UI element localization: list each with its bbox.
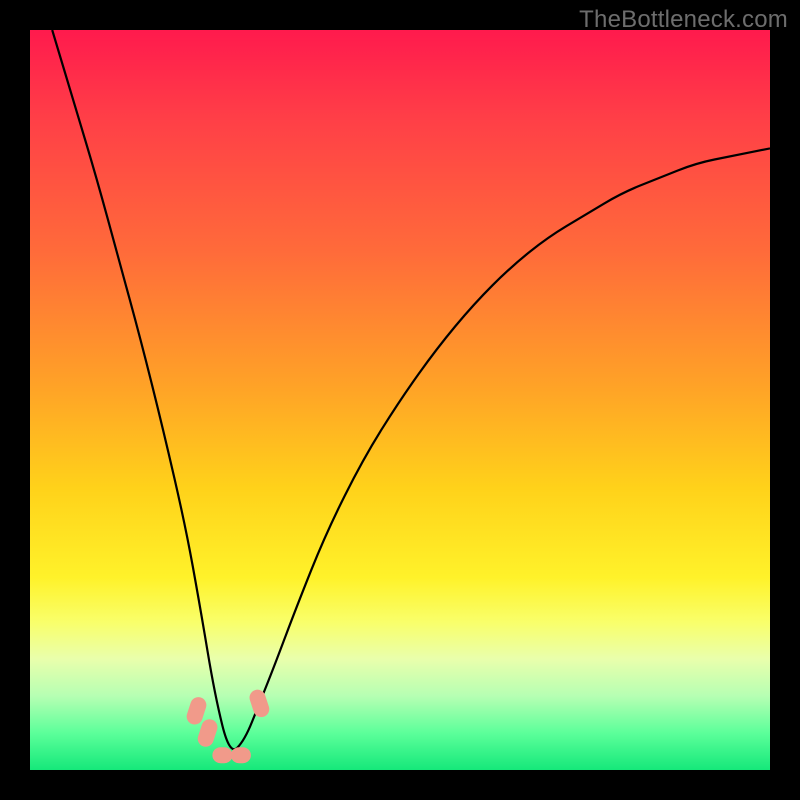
chart-background-gradient bbox=[30, 30, 770, 770]
watermark-text: TheBottleneck.com bbox=[579, 6, 788, 34]
chart-frame: TheBottleneck.com bbox=[0, 0, 800, 800]
